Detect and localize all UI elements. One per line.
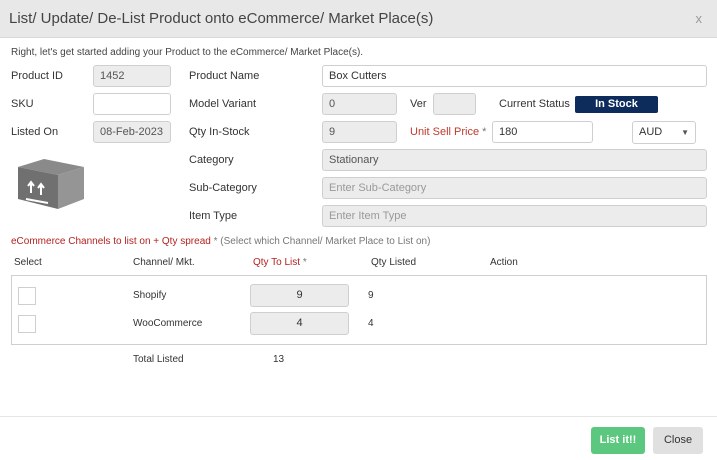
currency-select[interactable]: AUD ▼ [632,121,696,144]
sku-input[interactable] [93,93,171,115]
model-variant-label: Model Variant [189,98,257,110]
channels-section-title: eCommerce Channels to list on + Qty spre… [11,236,211,247]
qty-to-list-input[interactable]: 4 [250,312,349,335]
intro-text: Right, let's get started adding your Pro… [11,47,364,58]
sku-label: SKU [11,98,34,110]
unit-sell-price-input[interactable]: 180 [492,121,593,143]
product-name-label: Product Name [189,70,260,82]
close-icon[interactable]: x [696,11,703,26]
current-status-label: Current Status [499,98,570,110]
status-badge: In Stock [575,96,658,113]
header-qty-listed: Qty Listed [371,257,417,268]
select-checkbox-woocommerce[interactable] [18,315,36,333]
footer-divider [0,416,717,417]
dialog-titlebar: List/ Update/ De-List Product onto eComm… [0,0,717,38]
close-button[interactable]: Close [653,427,703,454]
unit-sell-price-label: Unit Sell Price * [410,126,486,138]
product-id-label: Product ID [11,70,63,82]
ver-field [433,93,476,115]
product-name-input[interactable]: Box Cutters [322,65,707,87]
category-label: Category [189,154,234,166]
header-qty-to-list-text: Qty To List [253,257,301,268]
qty-listed-value: 4 [368,318,374,329]
sub-category-input[interactable]: Enter Sub-Category [322,177,707,199]
qty-listed-value: 9 [368,290,374,301]
channel-name: WooCommerce [133,318,203,329]
list-it-button[interactable]: List it!! [591,427,645,454]
channels-hint: (Select which Channel/ Market Place to L… [220,236,431,247]
header-channel: Channel/ Mkt. [133,257,195,268]
total-listed-label: Total Listed [133,354,184,365]
ver-label: Ver [410,98,427,110]
select-checkbox-shopify[interactable] [18,287,36,305]
category-field: Stationary [322,149,707,171]
unit-sell-price-label-text: Unit Sell Price [410,126,480,138]
model-variant-field: 0 [322,93,397,115]
qty-required-mark: * [302,257,307,268]
total-listed-value: 13 [273,354,285,365]
dialog-title: List/ Update/ De-List Product onto eComm… [9,10,434,27]
qty-to-list-input[interactable]: 9 [250,284,349,307]
header-select: Select [14,257,42,268]
currency-value: AUD [639,126,663,138]
qty-in-stock-field: 9 [322,121,397,143]
required-mark: * [482,126,487,138]
channels-required-mark: * [213,236,218,247]
item-type-label: Item Type [189,210,238,222]
header-action: Action [490,257,518,268]
listed-on-label: Listed On [11,126,59,138]
channels-section-label: eCommerce Channels to list on + Qty spre… [11,236,430,247]
box-package-icon [18,159,84,209]
channel-name: Shopify [133,290,167,301]
channels-table: Shopify 9 9 WooCommerce 4 4 [11,275,707,345]
sub-category-label: Sub-Category [189,182,257,194]
qty-in-stock-label: Qty In-Stock [189,126,250,138]
header-qty-to-list: Qty To List * [253,257,307,268]
chevron-down-icon: ▼ [681,128,689,137]
listed-on-field: 08-Feb-2023 [93,121,171,143]
product-id-field: 1452 [93,65,171,87]
item-type-input[interactable]: Enter Item Type [322,205,707,227]
